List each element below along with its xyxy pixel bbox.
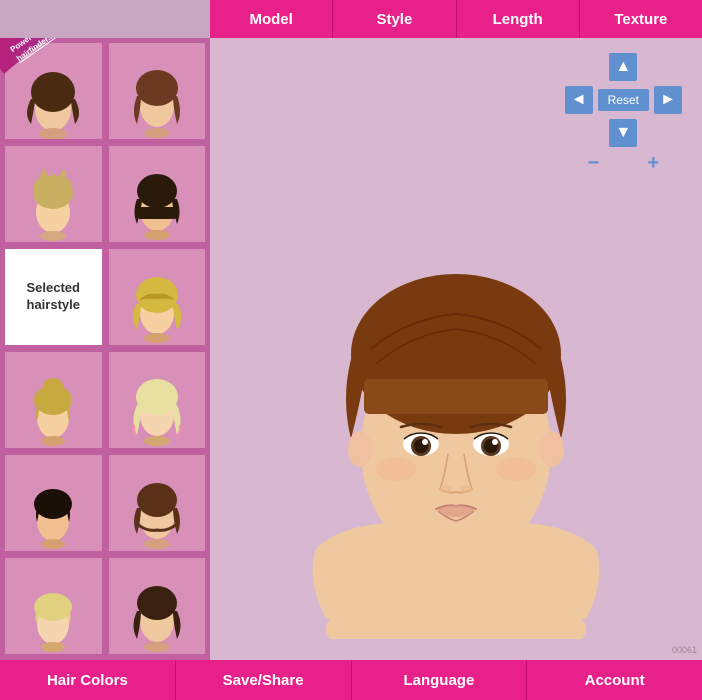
logo-area: Powered by hairfinder.com: [0, 38, 95, 133]
hairstyle-4-thumb: [117, 147, 197, 242]
tab-texture[interactable]: Texture: [580, 0, 702, 38]
hairstyle-7-thumb: [13, 353, 93, 448]
main-area: Powered by hairfinder.com: [0, 38, 702, 660]
hairstyle-6[interactable]: [107, 247, 208, 347]
hairstyle-3[interactable]: [3, 144, 104, 244]
main-canvas: ▲ ◄ Reset ► ▼ − +: [210, 38, 702, 660]
bottom-nav: Hair Colors Save/Share Language Account: [0, 660, 702, 700]
selected-label: Selected hairstyle: [3, 247, 104, 347]
hairstyle-11[interactable]: [3, 556, 104, 656]
hairstyle-8[interactable]: [107, 350, 208, 450]
hairstyle-13-thumb: [13, 659, 93, 660]
tab-style[interactable]: Style: [333, 0, 456, 38]
bottom-account[interactable]: Account: [527, 660, 702, 700]
hairstyle-12[interactable]: [107, 556, 208, 656]
hairstyle-14[interactable]: [107, 659, 208, 660]
watermark: 00061: [672, 645, 697, 655]
hairstyle-14-thumb: [117, 659, 197, 660]
top-nav: Model Style Length Texture: [210, 0, 702, 38]
sidebar: Powered by hairfinder.com: [0, 38, 210, 660]
tab-model[interactable]: Model: [210, 0, 333, 38]
hairstyle-3-thumb: [13, 147, 93, 242]
selected-text: Selected hairstyle: [27, 280, 80, 314]
hairstyle-13[interactable]: [3, 659, 104, 660]
model-svg: [226, 59, 686, 639]
hairstyle-6-thumb: [117, 250, 197, 345]
bottom-hair-colors[interactable]: Hair Colors: [0, 660, 176, 700]
hairstyle-8-thumb: [117, 353, 197, 448]
hairstyle-4[interactable]: [107, 144, 208, 244]
hairstyle-11-thumb: [13, 559, 93, 654]
hairstyle-2[interactable]: [107, 41, 208, 141]
hairstyle-12-thumb: [117, 559, 197, 654]
bottom-language[interactable]: Language: [352, 660, 528, 700]
hairstyle-2-thumb: [117, 44, 197, 139]
hairstyle-9[interactable]: [3, 453, 104, 553]
bottom-save-share[interactable]: Save/Share: [176, 660, 352, 700]
model-display: [226, 59, 686, 639]
hairstyle-7[interactable]: [3, 350, 104, 450]
hairstyle-10-thumb: [117, 456, 197, 551]
hairstyle-10[interactable]: [107, 453, 208, 553]
hairstyle-9-thumb: [13, 456, 93, 551]
tab-length[interactable]: Length: [457, 0, 580, 38]
